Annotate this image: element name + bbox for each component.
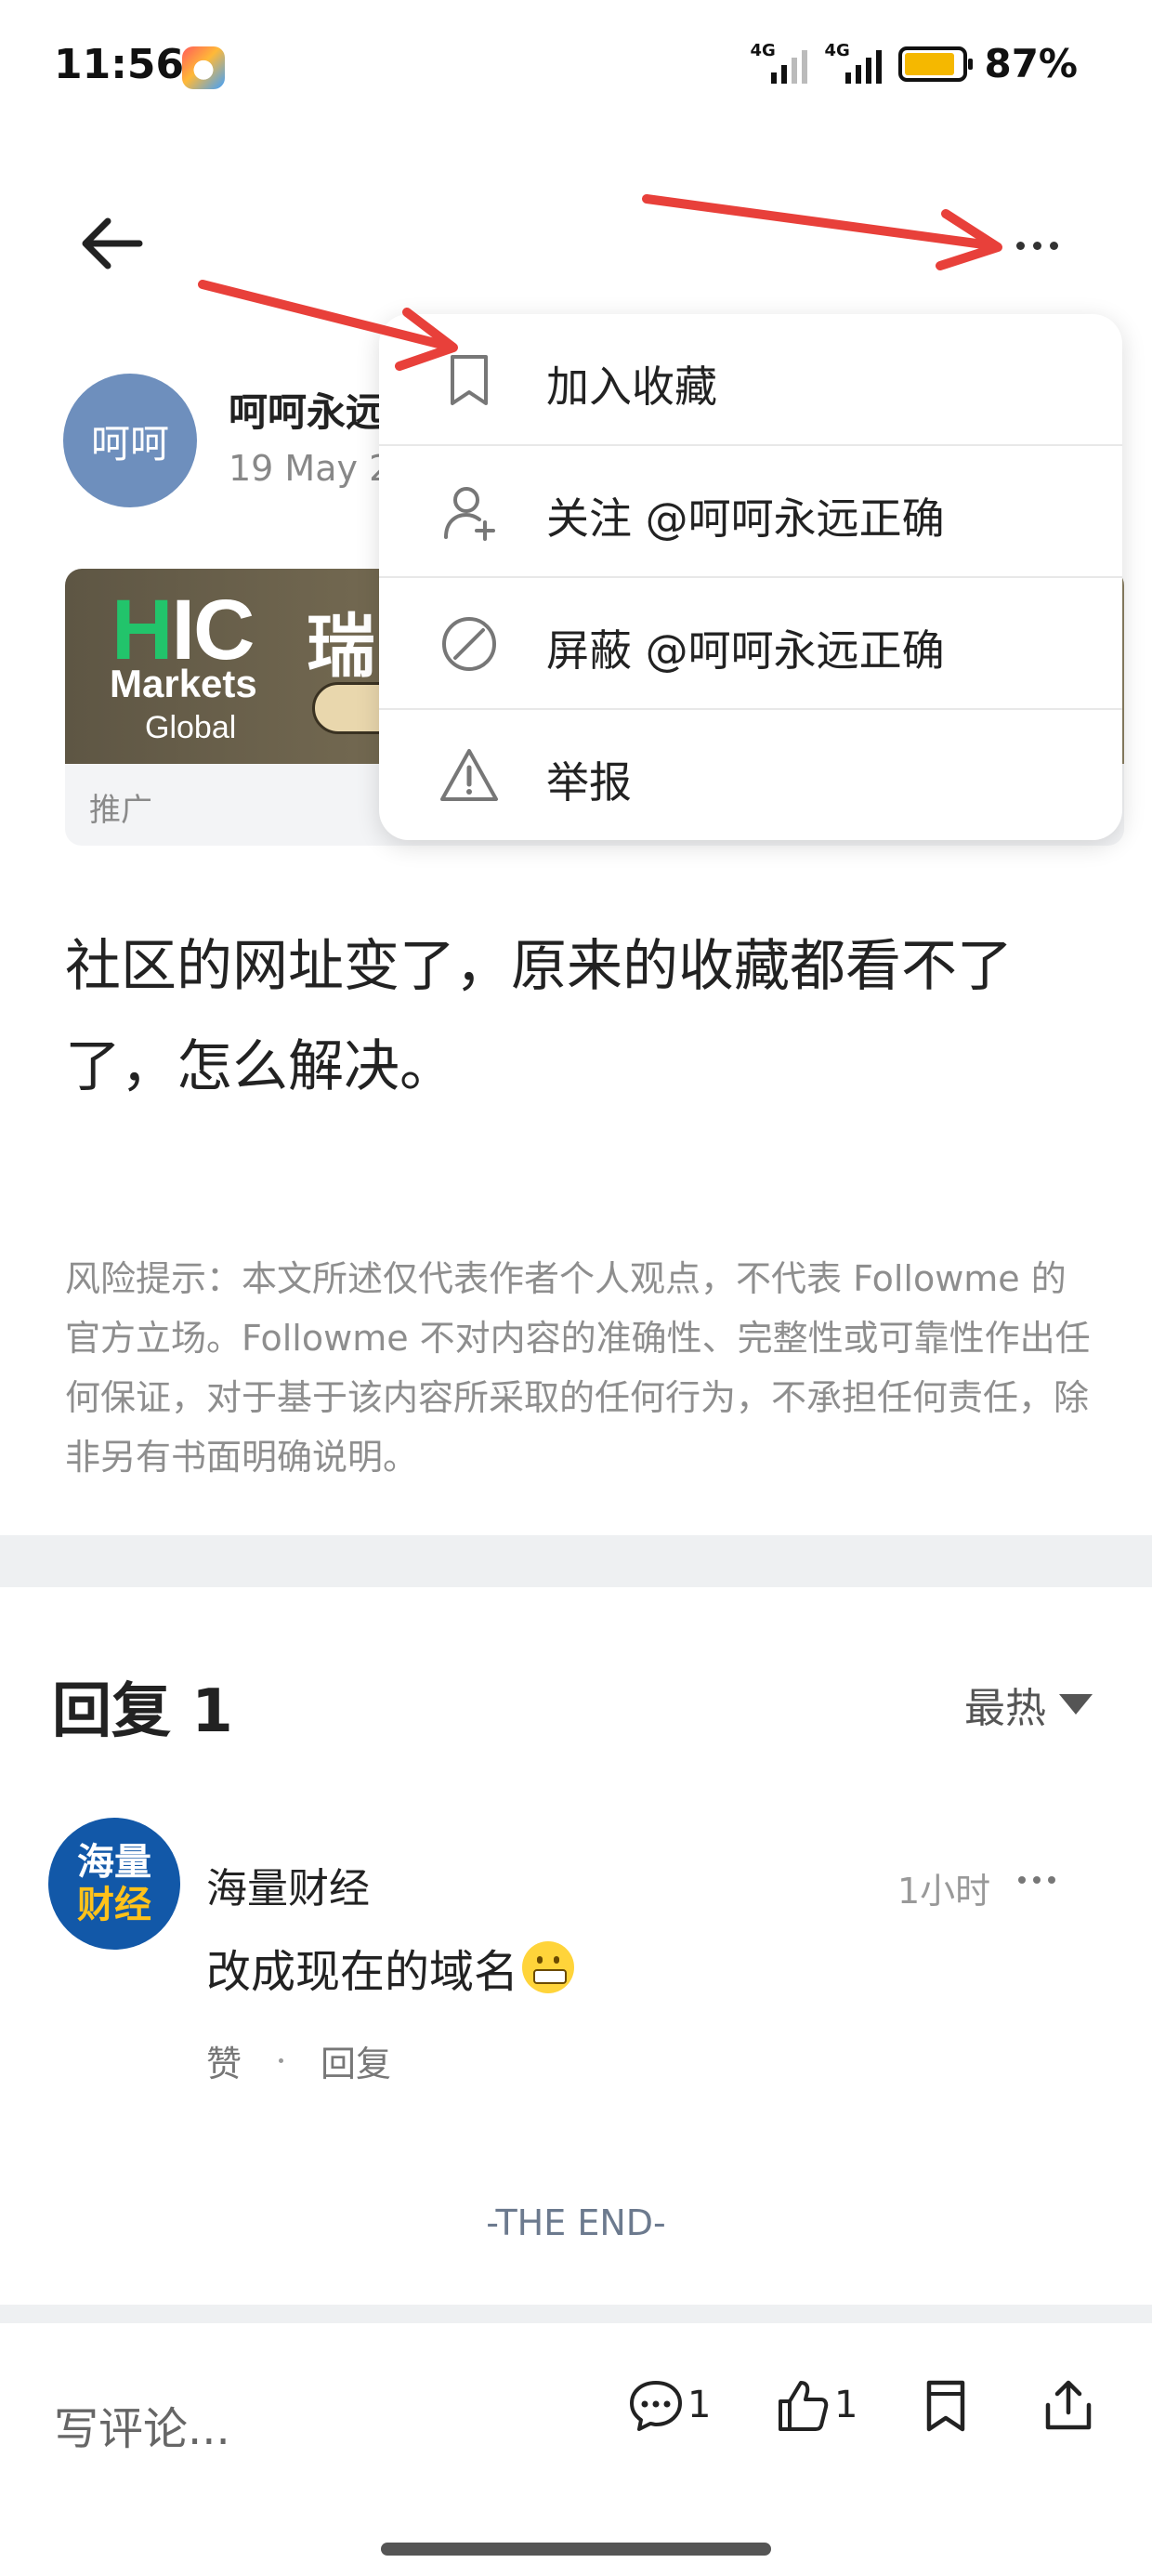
- battery-icon: [898, 46, 974, 82]
- share-icon: [1045, 2380, 1092, 2430]
- grimace-emoji-icon: [522, 1941, 575, 1993]
- status-time: 11:56: [54, 41, 185, 88]
- menu-item-block[interactable]: 屏蔽 @呵呵永远正确: [379, 578, 1122, 708]
- menu-label: 屏蔽 @呵呵永远正确: [546, 625, 945, 676]
- sort-dropdown[interactable]: 最热: [964, 1675, 1093, 1734]
- like-button[interactable]: 1: [773, 2375, 857, 2435]
- menu-label: 关注 @呵呵永远正确: [546, 493, 945, 544]
- menu-label: 加入收藏: [546, 361, 717, 412]
- comments-button[interactable]: 1: [626, 2375, 711, 2435]
- bookmark-icon: [451, 355, 488, 405]
- ad-logo-global: Global: [145, 710, 237, 745]
- signal-4g-icon: 4G: [824, 41, 883, 85]
- commenter-avatar[interactable]: 海量 财经: [48, 1818, 180, 1950]
- post-text-line: 社区的网址变了，原来的收藏都看不了: [65, 934, 1013, 999]
- section-divider: [0, 1535, 1152, 1587]
- bookmark-icon: [926, 2380, 965, 2432]
- author-name[interactable]: 呵呵永远: [229, 381, 385, 438]
- sort-label: 最热: [964, 1685, 1046, 1732]
- risk-disclaimer: 风险提示：本文所述仅代表作者个人观点，不代表 Followme 的官方立场。Fo…: [65, 1258, 1091, 1478]
- warning-icon: [440, 749, 498, 801]
- ad-headline: 瑞: [307, 607, 375, 687]
- share-button[interactable]: [1039, 2375, 1098, 2435]
- bottom-action-bar: 写评论... 1 1: [0, 2323, 1152, 2576]
- post-text-line: 了，怎么解决。: [65, 1034, 455, 1099]
- replies-title: 回复 1: [52, 1677, 233, 1746]
- more-horizontal-icon: [1018, 1876, 1026, 1884]
- annotation-arrow: [642, 194, 1002, 270]
- post-content: 社区的网址变了，原来的收藏都看不了 了，怎么解决。: [65, 916, 1096, 1117]
- more-options-button[interactable]: [1000, 217, 1074, 273]
- separator-dot: [279, 2058, 284, 2063]
- signal-4g-icon: 4G: [750, 41, 808, 85]
- comment-text: 改成现在的域名: [206, 1935, 575, 2000]
- like-count: 1: [834, 2384, 858, 2426]
- ad-label: 推广: [89, 792, 152, 829]
- battery-percent: 87%: [984, 41, 1078, 86]
- status-bar: 11:56 4G 4G 87%: [0, 0, 1152, 139]
- ad-logo-markets: Markets: [110, 662, 257, 705]
- status-indicators: 4G 4G 87%: [750, 41, 1078, 87]
- reply-comment-button[interactable]: 回复: [321, 2035, 391, 2086]
- comment-input[interactable]: 写评论...: [54, 2392, 230, 2457]
- more-options-menu: 加入收藏 关注 @呵呵永远正确 屏蔽 @呵呵永远正确 举报: [379, 314, 1122, 840]
- menu-label: 举报: [546, 757, 632, 808]
- back-button[interactable]: [74, 206, 158, 281]
- commenter-name[interactable]: 海量财经: [206, 1855, 370, 1914]
- block-icon: [442, 617, 496, 671]
- comment-more-button[interactable]: [1018, 1866, 1068, 1894]
- end-marker: -THE END-: [486, 2202, 666, 2243]
- more-horizontal-icon: [1015, 241, 1025, 250]
- home-indicator[interactable]: [381, 2543, 771, 2556]
- like-comment-button[interactable]: 赞: [206, 2035, 242, 2086]
- comment-count: 1: [687, 2384, 712, 2426]
- app-notification-icon: [182, 46, 225, 89]
- comment-bubble-icon: [630, 2381, 682, 2431]
- menu-item-follow[interactable]: 关注 @呵呵永远正确: [379, 446, 1122, 576]
- bookmark-button[interactable]: [916, 2375, 975, 2435]
- author-avatar[interactable]: 呵呵: [63, 374, 197, 507]
- thumbs-up-icon: [779, 2381, 829, 2431]
- comment-time: 1小时: [897, 1871, 991, 1912]
- menu-item-bookmark[interactable]: 加入收藏: [379, 314, 1122, 444]
- section-divider: [0, 2305, 1152, 2323]
- post-date: 19 May 2: [229, 448, 392, 489]
- arrow-left-icon: [82, 217, 143, 269]
- caret-down-icon: [1059, 1694, 1093, 1715]
- menu-item-report[interactable]: 举报: [379, 710, 1122, 840]
- follow-user-icon: [444, 487, 495, 541]
- comment-actions: 赞 回复: [206, 2035, 391, 2086]
